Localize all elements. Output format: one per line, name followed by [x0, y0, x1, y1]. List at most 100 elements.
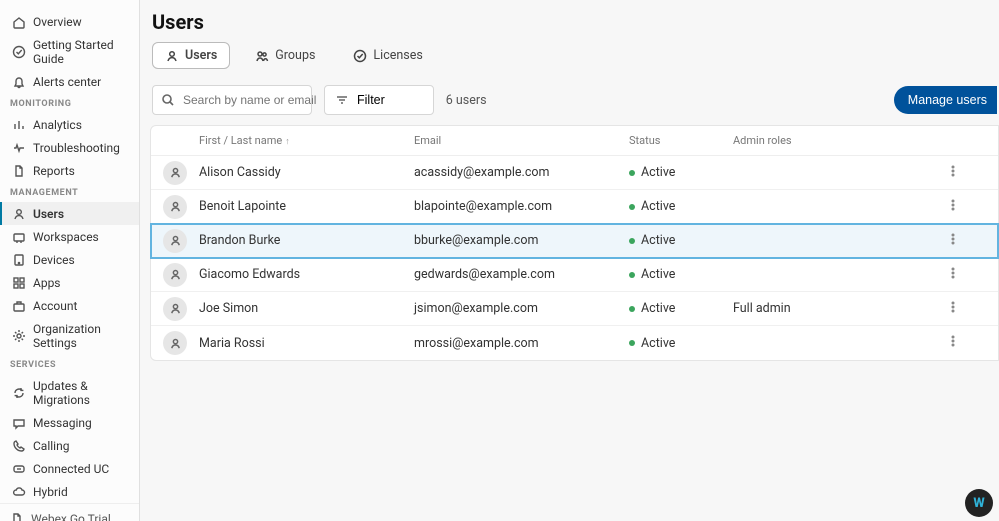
sidebar-item-devices[interactable]: Devices	[0, 248, 139, 271]
sidebar-item-label: Calling	[33, 439, 69, 453]
users-table: First / Last name↑ Email Status Admin ro…	[150, 125, 999, 361]
sidebar-item-label: Getting Started Guide	[33, 38, 129, 66]
sidebar-item-analytics[interactable]: Analytics	[0, 113, 139, 136]
sidebar-item-label: Devices	[33, 253, 75, 267]
manage-users-button[interactable]: Manage users	[894, 86, 997, 114]
col-roles[interactable]: Admin roles	[733, 132, 933, 149]
row-more-button[interactable]	[933, 334, 973, 352]
cell-name: Benoit Lapointe	[199, 199, 414, 214]
sidebar-item-label: Reports	[33, 164, 75, 178]
status-dot-icon	[629, 340, 635, 346]
doc-icon	[10, 512, 24, 521]
user-icon	[12, 207, 26, 221]
tab-users[interactable]: Users	[152, 42, 230, 69]
search-icon	[161, 93, 175, 107]
col-status[interactable]: Status	[629, 132, 733, 149]
table-row[interactable]: Joe Simon jsimon@example.com Active Full…	[151, 292, 998, 326]
sidebar-item-label: Analytics	[33, 118, 82, 132]
sidebar-item-label: Troubleshooting	[33, 141, 120, 155]
briefcase-icon	[12, 299, 26, 313]
sidebar-trial[interactable]: Webex Go Trial	[0, 503, 139, 521]
tab-label: Users	[185, 48, 217, 63]
doc-icon	[12, 164, 26, 178]
bell-icon	[12, 75, 26, 89]
tabs: Users Groups Licenses	[150, 42, 999, 69]
cell-email: blapointe@example.com	[414, 199, 629, 214]
tab-licenses[interactable]: Licenses	[340, 42, 435, 69]
status-dot-icon	[629, 272, 635, 278]
sidebar-item-users[interactable]: Users	[0, 202, 139, 225]
table-row[interactable]: Alison Cassidy acassidy@example.com Acti…	[151, 156, 998, 190]
cell-email: mrossi@example.com	[414, 336, 629, 351]
cell-email: bburke@example.com	[414, 233, 629, 248]
sidebar-item-account[interactable]: Account	[0, 294, 139, 317]
table-row[interactable]: Giacomo Edwards gedwards@example.com Act…	[151, 258, 998, 292]
chart-icon	[12, 118, 26, 132]
sidebar-section-title: MANAGEMENT	[0, 182, 139, 202]
sidebar-item-label: Alerts center	[33, 75, 101, 89]
status-dot-icon	[629, 204, 635, 210]
sidebar-item-label: Connected UC	[33, 462, 109, 476]
table-header: First / Last name↑ Email Status Admin ro…	[151, 126, 998, 156]
user-count: 6 users	[446, 93, 487, 108]
sidebar-item-calling[interactable]: Calling	[0, 434, 139, 457]
row-more-button[interactable]	[933, 198, 973, 216]
sidebar-item-apps[interactable]: Apps	[0, 271, 139, 294]
filter-button[interactable]: Filter	[324, 85, 434, 115]
grid-icon	[12, 276, 26, 290]
avatar	[163, 229, 187, 253]
sidebar-item-hybrid[interactable]: Hybrid	[0, 480, 139, 503]
col-name[interactable]: First / Last name↑	[199, 132, 414, 149]
row-more-button[interactable]	[933, 232, 973, 250]
cell-email: jsimon@example.com	[414, 301, 629, 316]
link-icon	[12, 462, 26, 476]
table-row[interactable]: Benoit Lapointe blapointe@example.com Ac…	[151, 190, 998, 224]
sidebar-item-updates-migrations[interactable]: Updates & Migrations	[0, 374, 139, 411]
row-more-button[interactable]	[933, 266, 973, 284]
sidebar-item-connected-uc[interactable]: Connected UC	[0, 457, 139, 480]
home-icon	[12, 15, 26, 29]
webex-logo: W	[965, 489, 993, 517]
row-more-button[interactable]	[933, 164, 973, 182]
users-icon	[255, 49, 269, 63]
col-email[interactable]: Email	[414, 132, 629, 149]
cell-status: Active	[629, 199, 733, 214]
sidebar-item-reports[interactable]: Reports	[0, 159, 139, 182]
sidebar-item-label: Hybrid	[33, 485, 68, 499]
sidebar-item-alerts-center[interactable]: Alerts center	[0, 70, 139, 93]
sidebar-item-getting-started-guide[interactable]: Getting Started Guide	[0, 33, 139, 70]
search-input[interactable]	[183, 93, 338, 107]
tab-label: Groups	[275, 48, 315, 63]
cell-name: Giacomo Edwards	[199, 267, 414, 282]
sidebar-section-title: MONITORING	[0, 93, 139, 113]
sidebar-item-label: Account	[33, 299, 77, 313]
cell-roles: Full admin	[733, 301, 933, 316]
cell-status: Active	[629, 267, 733, 282]
table-row[interactable]: Brandon Burke bburke@example.com Active	[151, 224, 998, 258]
sidebar-item-overview[interactable]: Overview	[0, 10, 139, 33]
sidebar-item-organization-settings[interactable]: Organization Settings	[0, 317, 139, 354]
sidebar: Overview Getting Started Guide Alerts ce…	[0, 0, 140, 521]
filter-icon	[335, 93, 349, 107]
cell-name: Alison Cassidy	[199, 165, 414, 180]
cell-email: acassidy@example.com	[414, 165, 629, 180]
device-icon	[12, 253, 26, 267]
tab-label: Licenses	[373, 48, 422, 63]
sort-asc-icon: ↑	[282, 137, 290, 147]
sidebar-item-workspaces[interactable]: Workspaces	[0, 225, 139, 248]
row-more-button[interactable]	[933, 300, 973, 318]
table-row[interactable]: Maria Rossi mrossi@example.com Active	[151, 326, 998, 360]
search-box[interactable]	[152, 85, 312, 115]
avatar	[163, 331, 187, 355]
cell-status: Active	[629, 336, 733, 351]
tab-groups[interactable]: Groups	[242, 42, 328, 69]
avatar	[163, 161, 187, 185]
sidebar-item-label: Apps	[33, 276, 61, 290]
sidebar-item-label: Workspaces	[33, 230, 99, 244]
sidebar-item-troubleshooting[interactable]: Troubleshooting	[0, 136, 139, 159]
sidebar-item-messaging[interactable]: Messaging	[0, 411, 139, 434]
status-dot-icon	[629, 306, 635, 312]
user-icon	[165, 49, 179, 63]
toolbar: Filter 6 users Manage users	[150, 69, 999, 125]
cell-status: Active	[629, 233, 733, 248]
